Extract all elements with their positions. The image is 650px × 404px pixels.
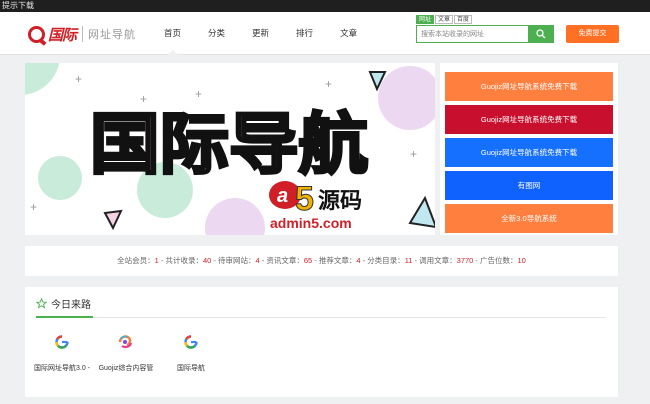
banner-heading: 国际导航 xyxy=(90,106,368,183)
star-icon xyxy=(36,298,47,309)
search-button[interactable] xyxy=(528,26,553,42)
today-header: 今日来路 xyxy=(36,296,91,311)
svg-text:+: + xyxy=(410,147,417,161)
ad-link-4[interactable]: 有图网 xyxy=(445,171,613,200)
nav-updates[interactable]: 更新 xyxy=(252,12,269,55)
today-referrers-panel: 今日来路 国际网址导航3.0 - Guojiz综合内容管 国际导航 xyxy=(25,287,618,397)
search-tabs: 网址 文章 百度 xyxy=(416,15,473,24)
stat-value: 1 xyxy=(154,256,159,265)
today-title: 今日来路 xyxy=(51,300,91,311)
banner-slideshow[interactable]: + + + + + + 国际导航 a 5 源码 admin5.com xyxy=(25,63,435,235)
stat-value: 3770 xyxy=(456,256,474,265)
stat-value: 10 xyxy=(517,256,526,265)
svg-text:+: + xyxy=(195,87,202,101)
today-divider xyxy=(36,317,606,318)
site-header: 国际 网址导航 首页 分类 更新 排行 文章 网址 文章 百度 免费提交 xyxy=(0,12,650,55)
stat-label: 资讯文章： xyxy=(266,256,304,265)
logo-divider xyxy=(82,26,84,42)
banner-artwork: + + + + + + 国际导航 a 5 源码 admin5.com xyxy=(25,63,435,235)
stat-label: 分类目录： xyxy=(367,256,405,265)
nav-home[interactable]: 首页 xyxy=(164,12,181,55)
watermark-brand: 源码 xyxy=(318,189,362,214)
admin5-watermark: a 5 源码 admin5.com xyxy=(269,180,362,231)
stat-value: 65 xyxy=(303,256,313,265)
stat-label: 共计收录： xyxy=(165,256,203,265)
ad-link-3[interactable]: Guojiz网址导航系统免费下载 xyxy=(445,138,613,167)
search-box xyxy=(416,25,554,43)
svg-text:5: 5 xyxy=(295,180,314,218)
top-notice-text: 提示下载 xyxy=(2,1,34,10)
ad-link-1[interactable]: Guojiz网址导航系统免费下载 xyxy=(445,72,613,101)
google-g-icon xyxy=(184,335,198,349)
stat-value: 4 xyxy=(255,256,260,265)
logo-name: 国际 xyxy=(48,26,77,44)
referrer-label: Guojiz综合内容管 xyxy=(98,365,154,372)
referrer-site[interactable]: Guojiz综合内容管 xyxy=(91,333,161,373)
stat-label: 广告位数： xyxy=(480,256,518,265)
search-tab-baidu[interactable]: 百度 xyxy=(454,15,473,24)
stat-label: 全站会员： xyxy=(117,256,155,265)
stat-label: 待审网站： xyxy=(217,256,256,265)
svg-text:+: + xyxy=(75,72,82,86)
stat-label: 推荐文章： xyxy=(318,256,357,265)
nav-articles[interactable]: 文章 xyxy=(340,12,357,55)
site-logo[interactable]: 国际 网址导航 xyxy=(28,23,136,45)
google-g-icon xyxy=(55,335,69,349)
search-icon xyxy=(535,29,545,39)
ad-link-2[interactable]: Guojiz网址导航系统免费下载 xyxy=(445,105,613,134)
referrer-label: 国际网址导航3.0 - xyxy=(33,365,90,372)
nav-category[interactable]: 分类 xyxy=(208,12,225,55)
search-input[interactable] xyxy=(417,26,528,42)
referrer-site[interactable]: 国际网址导航3.0 - xyxy=(27,333,97,373)
top-notice-bar: 提示下载 xyxy=(0,0,650,12)
ad-link-5[interactable]: 全新3.0导航系统 xyxy=(445,204,613,233)
submit-site-button[interactable]: 免费提交 xyxy=(566,25,619,43)
stat-value: 4 xyxy=(356,256,361,265)
svg-text:a: a xyxy=(277,185,288,207)
logo-subtitle: 网址导航 xyxy=(88,29,137,41)
referrer-label: 国际导航 xyxy=(177,365,205,372)
stat-label: 调用文章： xyxy=(419,256,457,265)
site-stats: 全站会员：1 - 共计收录：40 - 待审网站：4 - 资讯文章：65 - 推荐… xyxy=(25,246,618,276)
main-nav: 首页 分类 更新 排行 文章 xyxy=(164,12,384,55)
logo-mark-icon xyxy=(28,25,45,43)
referrer-site[interactable]: 国际导航 xyxy=(156,333,226,373)
stat-value: 40 xyxy=(202,256,212,265)
ad-links: Guojiz网址导航系统免费下载 Guojiz网址导航系统免费下载 Guojiz… xyxy=(440,63,618,235)
search-tab-articles[interactable]: 文章 xyxy=(435,15,454,24)
svg-text:+: + xyxy=(30,200,37,214)
stat-value: 11 xyxy=(404,256,413,265)
search-tab-sites[interactable]: 网址 xyxy=(416,15,435,24)
today-divider-accent xyxy=(36,316,93,318)
watermark-site: admin5.com xyxy=(270,215,352,231)
svg-text:+: + xyxy=(325,77,332,91)
nav-ranking[interactable]: 排行 xyxy=(296,12,313,55)
svg-text:+: + xyxy=(140,92,147,106)
colorful-logo-icon xyxy=(118,335,133,349)
